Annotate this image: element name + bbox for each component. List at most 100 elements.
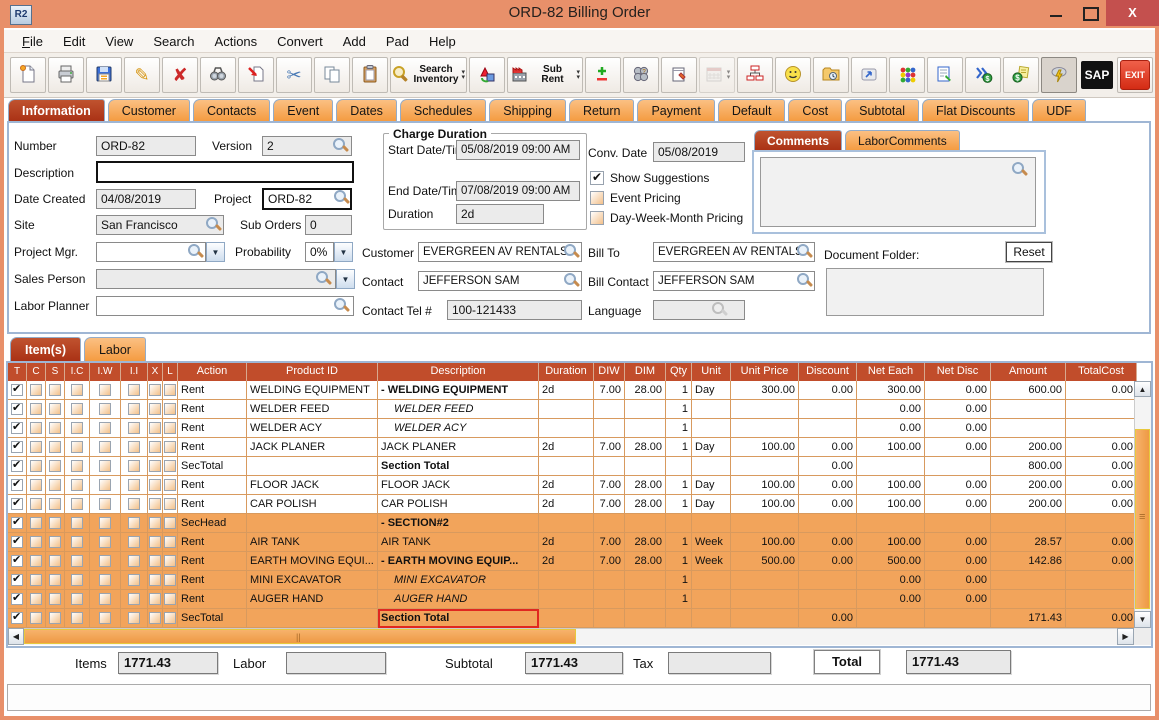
row-checkbox[interactable] <box>128 555 140 567</box>
row-checkbox[interactable] <box>49 555 61 567</box>
menu-pad[interactable]: Pad <box>376 32 419 51</box>
cell-net-each[interactable] <box>857 609 925 628</box>
cell-dim[interactable] <box>625 514 666 533</box>
inventory-blocks-button[interactable] <box>889 57 925 93</box>
cell-net-each[interactable]: 0.00 <box>857 419 925 438</box>
cell-duration[interactable] <box>539 457 594 476</box>
checkbox-cell[interactable] <box>90 571 121 590</box>
cell-description[interactable]: CAR POLISH <box>378 495 539 514</box>
checkbox-cell[interactable] <box>27 457 46 476</box>
checkbox-cell[interactable] <box>121 381 148 400</box>
row-checkbox[interactable] <box>49 536 61 548</box>
checkbox-cell[interactable] <box>163 514 178 533</box>
row-checkbox[interactable] <box>128 517 140 529</box>
probability-chevron-down-icon[interactable] <box>334 242 353 262</box>
cell-net-each[interactable]: 100.00 <box>857 533 925 552</box>
cell-dim[interactable]: 28.00 <box>625 552 666 571</box>
cell-discount[interactable] <box>799 514 857 533</box>
paste-special-button[interactable] <box>238 57 274 93</box>
cell-diw[interactable] <box>594 590 625 609</box>
row-checkbox[interactable] <box>30 403 42 415</box>
cell-unit[interactable] <box>692 590 731 609</box>
cell-total-cost[interactable]: 0.00 <box>1066 381 1137 400</box>
checkbox-cell[interactable] <box>46 514 65 533</box>
labor-planner-field[interactable] <box>96 296 354 316</box>
cell-discount[interactable]: 0.00 <box>799 552 857 571</box>
checkbox-cell[interactable] <box>8 400 27 419</box>
checkbox-cell[interactable] <box>90 400 121 419</box>
cell-unit[interactable]: Week <box>692 552 731 571</box>
cell-diw[interactable]: 7.00 <box>594 381 625 400</box>
end-datetime-field[interactable]: 07/08/2019 09:00 AM <box>456 181 580 201</box>
cell-duration[interactable]: 2d <box>539 552 594 571</box>
checkbox-cell[interactable] <box>90 514 121 533</box>
tab-comments[interactable]: Comments <box>754 130 842 151</box>
cell-discount[interactable]: 0.00 <box>799 495 857 514</box>
tab-schedules[interactable]: Schedules <box>400 99 486 122</box>
cell-description[interactable]: AUGER HAND <box>378 590 539 609</box>
row-checkbox[interactable] <box>128 536 140 548</box>
cell-total-cost[interactable]: 0.00 <box>1066 476 1137 495</box>
checkbox-cell[interactable] <box>163 495 178 514</box>
checkbox-cell[interactable] <box>163 438 178 457</box>
scroll-up-button[interactable] <box>1134 381 1151 397</box>
cell-net-each[interactable]: 300.00 <box>857 381 925 400</box>
group-options-button[interactable]: ? <box>623 57 659 93</box>
labor-planner-search-icon[interactable] <box>334 298 350 314</box>
lightning-button[interactable] <box>1041 57 1077 93</box>
cell-unit-price[interactable]: 100.00 <box>731 533 799 552</box>
checkbox-cell[interactable] <box>163 552 178 571</box>
cell-total-cost[interactable]: 0.00 <box>1066 438 1137 457</box>
checkbox-cell[interactable] <box>27 590 46 609</box>
cell-amount[interactable] <box>991 400 1066 419</box>
comments-search-icon[interactable] <box>1012 162 1028 178</box>
checkbox-cell[interactable] <box>121 495 148 514</box>
tab-dates[interactable]: Dates <box>336 99 397 122</box>
row-checkbox[interactable] <box>30 612 42 624</box>
cell-diw[interactable]: 7.00 <box>594 495 625 514</box>
sales-person-search-icon[interactable] <box>316 271 332 287</box>
row-checkbox-checked[interactable] <box>11 479 23 491</box>
checkbox-cell[interactable] <box>65 495 90 514</box>
cell-product-id[interactable]: WELDER FEED <box>247 400 378 419</box>
row-checkbox-checked[interactable] <box>11 403 23 415</box>
cell-description[interactable]: FLOOR JACK <box>378 476 539 495</box>
cell-unit-price[interactable]: 500.00 <box>731 552 799 571</box>
checkbox-cell[interactable] <box>163 609 178 628</box>
checkbox-cell[interactable] <box>27 381 46 400</box>
contact-search-icon[interactable] <box>564 273 580 289</box>
cell-total-cost[interactable]: 0.00 <box>1066 552 1137 571</box>
column-header-i-w[interactable]: I.W <box>90 363 121 381</box>
checkbox-cell[interactable] <box>65 438 90 457</box>
cell-net-each[interactable]: 500.00 <box>857 552 925 571</box>
cell-dim[interactable]: 28.00 <box>625 495 666 514</box>
row-checkbox-checked[interactable] <box>11 536 23 548</box>
cell-product-id[interactable]: EARTH MOVING EQUI... <box>247 552 378 571</box>
cell-unit-price[interactable] <box>731 514 799 533</box>
cell-description[interactable]: AIR TANK <box>378 533 539 552</box>
checkbox-cell[interactable] <box>90 495 121 514</box>
cell-net-disc[interactable]: 0.00 <box>925 476 991 495</box>
edit-pencil-button[interactable]: ✎ <box>124 57 160 93</box>
cell-description[interactable]: WELDER FEED <box>378 400 539 419</box>
reset-button[interactable]: Reset <box>1006 242 1052 262</box>
tab-information[interactable]: Information <box>8 99 105 122</box>
cell-product-id[interactable]: MINI EXCAVATOR <box>247 571 378 590</box>
scroll-down-button[interactable] <box>1134 611 1151 628</box>
checkbox-cell[interactable] <box>8 476 27 495</box>
exit-button[interactable]: EXIT <box>1117 57 1153 93</box>
cell-duration[interactable] <box>539 609 594 628</box>
folder-history-button[interactable] <box>813 57 849 93</box>
edit-note-button[interactable] <box>927 57 963 93</box>
row-checkbox[interactable] <box>128 574 140 586</box>
search-inventory-button[interactable]: Search Inventory▾▾ <box>390 57 467 93</box>
cell-unit[interactable] <box>692 514 731 533</box>
cell-amount[interactable]: 200.00 <box>991 438 1066 457</box>
cell-action[interactable]: Rent <box>178 400 247 419</box>
checkbox-cell[interactable] <box>46 590 65 609</box>
cell-description[interactable]: WELDER ACY <box>378 419 539 438</box>
cell-unit[interactable]: Day <box>692 495 731 514</box>
cell-duration[interactable]: 2d <box>539 476 594 495</box>
cell-unit[interactable]: Day <box>692 476 731 495</box>
row-checkbox[interactable] <box>99 517 111 529</box>
